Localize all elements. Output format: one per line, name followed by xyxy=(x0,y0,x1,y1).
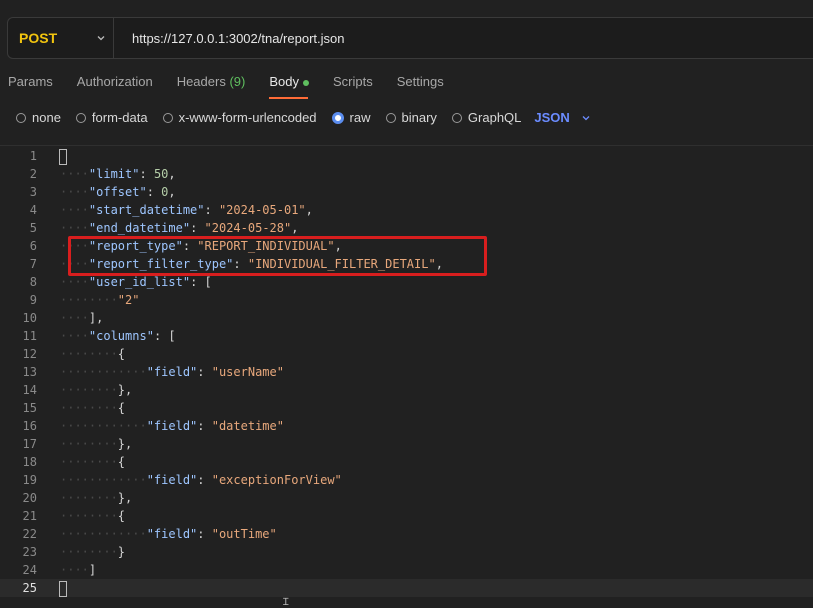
method-select[interactable]: POST xyxy=(8,18,114,58)
tab-body[interactable]: Body xyxy=(269,74,309,99)
mouse-cursor-icon: Ɪ xyxy=(283,597,289,608)
tab-headers[interactable]: Headers (9) xyxy=(177,74,246,99)
url-input[interactable]: https://127.0.0.1:3002/tna/report.json xyxy=(114,31,344,46)
tab-scripts[interactable]: Scripts xyxy=(333,74,373,99)
radio-icon xyxy=(75,112,86,123)
code-line: 22 ············"field": "outTime" xyxy=(22,527,277,541)
code-line: 1 xyxy=(0,147,813,165)
code-line: 9 ········"2" xyxy=(29,293,140,307)
option-none[interactable]: none xyxy=(16,110,61,125)
code-line: 15 ········{ xyxy=(22,401,126,415)
option-urlencoded[interactable]: x-www-form-urlencoded xyxy=(162,110,317,125)
body-type-options: none form-data x-www-form-urlencoded raw… xyxy=(16,110,592,125)
radio-icon xyxy=(451,112,462,123)
code-line: 5 ····"end_datetime": "2024-05-28", xyxy=(29,221,299,235)
code-line: 19 ············"field": "exceptionForView… xyxy=(22,473,342,487)
code-line: 4 ····"start_datetime": "2024-05-01", xyxy=(29,203,313,217)
radio-icon xyxy=(162,112,173,123)
code-line: 23 ········} xyxy=(22,545,126,559)
highlight-box xyxy=(68,236,487,276)
chevron-down-icon xyxy=(97,36,105,41)
radio-icon xyxy=(16,112,26,123)
code-line: 16 ············"field": "datetime" xyxy=(22,419,284,433)
code-line: 18 ········{ xyxy=(22,455,126,469)
headers-count: (9) xyxy=(229,74,246,89)
url-bar: POST https://127.0.0.1:3002/tna/report.j… xyxy=(7,17,813,59)
request-tabs: Params Authorization Headers (9) Body Sc… xyxy=(8,74,468,99)
option-binary[interactable]: binary xyxy=(385,110,437,125)
code-line: 21 ········{ xyxy=(22,509,126,523)
tab-authorization[interactable]: Authorization xyxy=(77,74,153,99)
radio-icon xyxy=(385,112,396,123)
language-select[interactable]: JSON xyxy=(534,110,591,125)
option-graphql[interactable]: GraphQL xyxy=(451,110,521,125)
code-editor[interactable]: 1 2 ····"limit": 50, 3 ····"offset": 0, 4 ·… xyxy=(0,147,813,602)
method-label: POST xyxy=(19,30,58,46)
tab-params[interactable]: Params xyxy=(8,74,53,99)
code-line: 24 ····] xyxy=(22,563,97,577)
bracket-match xyxy=(59,580,67,597)
bracket-match xyxy=(59,148,67,165)
code-line: 20 ········}, xyxy=(22,491,133,505)
chevron-down-icon xyxy=(582,115,590,120)
code-line-current: 25 xyxy=(0,579,813,597)
code-line: 12 ········{ xyxy=(22,347,126,361)
radio-checked-icon xyxy=(331,111,344,124)
code-line: 11 ····"columns": [ xyxy=(22,329,176,343)
divider xyxy=(0,145,813,146)
code-line: 13 ············"field": "userName" xyxy=(22,365,284,379)
option-form-data[interactable]: form-data xyxy=(75,110,148,125)
code-line: 3 ····"offset": 0, xyxy=(29,185,176,199)
code-line: 2 ····"limit": 50, xyxy=(29,167,176,181)
tab-settings[interactable]: Settings xyxy=(397,74,444,99)
code-line: 10 ····], xyxy=(22,311,104,325)
code-line: 17 ········}, xyxy=(22,437,133,451)
code-line: 14 ········}, xyxy=(22,383,133,397)
body-modified-dot xyxy=(302,79,309,86)
option-raw[interactable]: raw xyxy=(331,110,371,125)
